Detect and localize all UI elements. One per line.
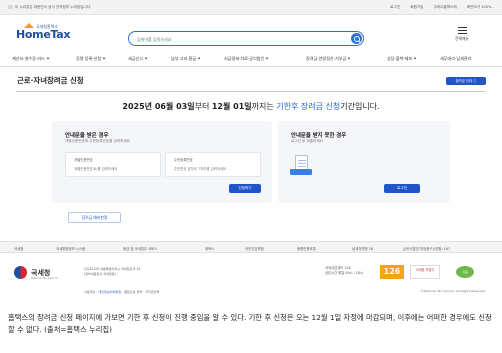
copyright: ©National Tax Service. All Rights Reserv… — [420, 289, 486, 293]
nts-english-name: National Tax Service — [31, 277, 58, 280]
search-icon[interactable] — [351, 33, 362, 44]
footer-link[interactable]: 현금 및 국세업무 서비스 — [123, 246, 157, 251]
auth-number-input[interactable] — [74, 165, 156, 173]
hometax-logo[interactable]: 국세청홈택스 HomeTax — [16, 23, 76, 44]
footer-link[interactable]: 국민건강보험 — [245, 246, 264, 251]
zoom-control[interactable]: 화면크기 100% - — [467, 5, 494, 9]
certification-logo: 인증 — [456, 266, 474, 278]
period-highlight: 기한후 장려금 신청 — [276, 102, 341, 111]
call-center-number-badge: 126 — [380, 265, 404, 279]
application-panels: 안내문을 받은 경우 개별인증번호와 주민등록번호를 입력하세요 개별인증번호 … — [52, 121, 450, 203]
chevron-down-icon — [265, 56, 269, 60]
footer-link[interactable]: 위택스 — [205, 246, 214, 251]
all-menu-button[interactable]: 전체메뉴 — [447, 27, 477, 47]
footer-link[interactable]: 납세자연맹 26 — [352, 246, 373, 251]
site-footer: 국세청 National Tax Service (우)30128 세종특별자치… — [0, 253, 502, 301]
gov-notice: 이 누리집은 대한민국 공식 전자정부 누리집입니다. — [8, 5, 91, 10]
gov-notice-text: 이 누리집은 대한민국 공식 전자정부 누리집입니다. — [15, 5, 92, 9]
notice-received-panel: 안내문을 받은 경우 개별인증번호와 주민등록번호를 입력하세요 개별인증번호 … — [52, 121, 272, 203]
notice-not-received-panel: 안내문을 받지 못한 경우 로그인 후 제출하세요 로그인 — [278, 121, 450, 203]
nav-item-consult[interactable]: 상담·불복·제보 — [387, 56, 417, 62]
field-label: 주민등록번호 — [174, 158, 193, 162]
all-menu-label: 전체메뉴 — [455, 36, 469, 41]
chevron-down-icon — [197, 56, 201, 60]
panel-subtext: 개별인증번호와 주민등록번호를 입력하세요 — [65, 139, 131, 143]
panel-heading: 안내문을 받은 경우 — [65, 133, 109, 139]
resident-number-input[interactable] — [174, 165, 256, 173]
footer-address: (우)30128 세종특별자치시 국세청로 8-14 (정부세종청사 국세청동) — [84, 267, 141, 276]
nav-item-certificates[interactable]: 증명·등록·신청 — [76, 56, 106, 62]
accessibility-link[interactable]: 웹접근성 정책 — [124, 290, 142, 294]
document-icon — [290, 155, 314, 175]
period-mid: 부터 — [194, 102, 212, 111]
gov-banner: 이 누리집은 대한민국 공식 전자정부 누리집입니다. 로그인 회원가입 주바이… — [0, 0, 502, 15]
panel-subtext: 로그인 후 제출하세요 — [291, 139, 324, 143]
apply-button[interactable]: 신청하기 — [229, 184, 261, 193]
privacy-link[interactable]: 개인정보처리방침 — [98, 290, 121, 294]
nts-logo: 국세청 National Tax Service — [14, 266, 74, 280]
application-period: 2025년 06월 03일부터 12월 01일까지는 기한후 장려금 신청기간입… — [0, 101, 502, 112]
utility-links: 로그인 회원가입 주바이홈택스에 화면크기 100% - — [381, 5, 494, 10]
terms-link[interactable]: 이용약관 — [84, 290, 95, 294]
chevron-down-icon — [144, 56, 148, 60]
chevron-down-icon — [347, 56, 351, 60]
footer-link[interactable]: 국세법령정보 시스템 — [56, 246, 85, 251]
resident-number-field: 주민등록번호 — [165, 152, 261, 177]
page-title: 근로·자녀장려금 신청 — [17, 76, 84, 85]
nts-emblem-icon — [14, 266, 27, 279]
login-button[interactable]: 로그인 — [384, 184, 420, 193]
period-end: 12월 01일 — [211, 102, 252, 111]
search-input[interactable] — [137, 34, 337, 44]
nav-item-payment[interactable]: 납부·고지·환급 — [171, 56, 201, 62]
footer-link[interactable]: 손탄사업연기타(청구)(지원) 167 — [403, 246, 450, 251]
policy-links: 이용약관 · 개인정보처리방침 · 웹접근성 정책 · 저작권정책 — [84, 290, 160, 294]
main-nav: 계산서·영수증·카드 증명·등록·신청 세금신고 납부·고지·환급 지급명세·자… — [0, 53, 502, 67]
field-label: 개별인증번호 — [74, 158, 93, 162]
copyright-policy-link[interactable]: 저작권정책 — [145, 290, 159, 294]
nav-item-tax-return[interactable]: 세금신고 — [128, 56, 148, 62]
chevron-down-icon — [46, 56, 50, 60]
footer-link[interactable]: 종합민원포털 — [297, 246, 316, 251]
pre-assessment-button[interactable]: 장려금 예비판정 — [68, 212, 121, 223]
partner-logo: 국세청 지킴이 — [410, 265, 440, 279]
period-start: 2025년 06월 03일 — [122, 102, 195, 111]
footer-link[interactable]: 국세청 — [14, 246, 23, 251]
period-mid2: 까지는 — [251, 102, 277, 111]
site-header: 국세청홈택스 HomeTax 전체메뉴 — [0, 15, 502, 53]
login-link[interactable]: 로그인 — [390, 5, 400, 9]
nav-item-receipts[interactable]: 계산서·영수증·카드 — [12, 56, 50, 62]
logo-text: HomeTax — [16, 28, 71, 41]
search-box — [128, 31, 364, 46]
signup-link[interactable]: 회원가입 — [410, 5, 423, 9]
nav-item-agent[interactable]: 세무대리·납세관리 — [440, 56, 471, 62]
chevron-down-icon — [102, 56, 106, 60]
article-caption: 홈택스의 장려금 신청 페이지에 가보면 기한 후 신청이 진행 중임을 알 수… — [8, 313, 492, 334]
nav-item-incentives[interactable]: 장려금·연말정산·기부금 — [306, 56, 351, 62]
chevron-down-icon — [413, 56, 417, 60]
hamburger-icon — [457, 27, 467, 34]
taegukgi-icon — [8, 5, 13, 9]
incentive-guide-button[interactable]: 장려금 안내 ⓘ — [446, 77, 486, 85]
nav-item-statements[interactable]: 지급명세·자료·공익법인 — [224, 56, 269, 62]
period-tail: 기간입니다. — [340, 102, 380, 111]
auth-number-field: 개별인증번호 — [65, 152, 161, 177]
my-hometax-link[interactable]: 주바이홈택스에 — [434, 5, 457, 9]
footer-related-sites: 국세청 국세법령정보 시스템 현금 및 국세업무 서비스 위택스 국민건강보험 … — [0, 241, 502, 253]
title-divider — [16, 91, 486, 92]
panel-heading: 안내문을 받지 못한 경우 — [291, 133, 347, 139]
call-center-info: 국세상담센터 126 상담시간 평일 09시 - 18시 — [325, 266, 364, 275]
